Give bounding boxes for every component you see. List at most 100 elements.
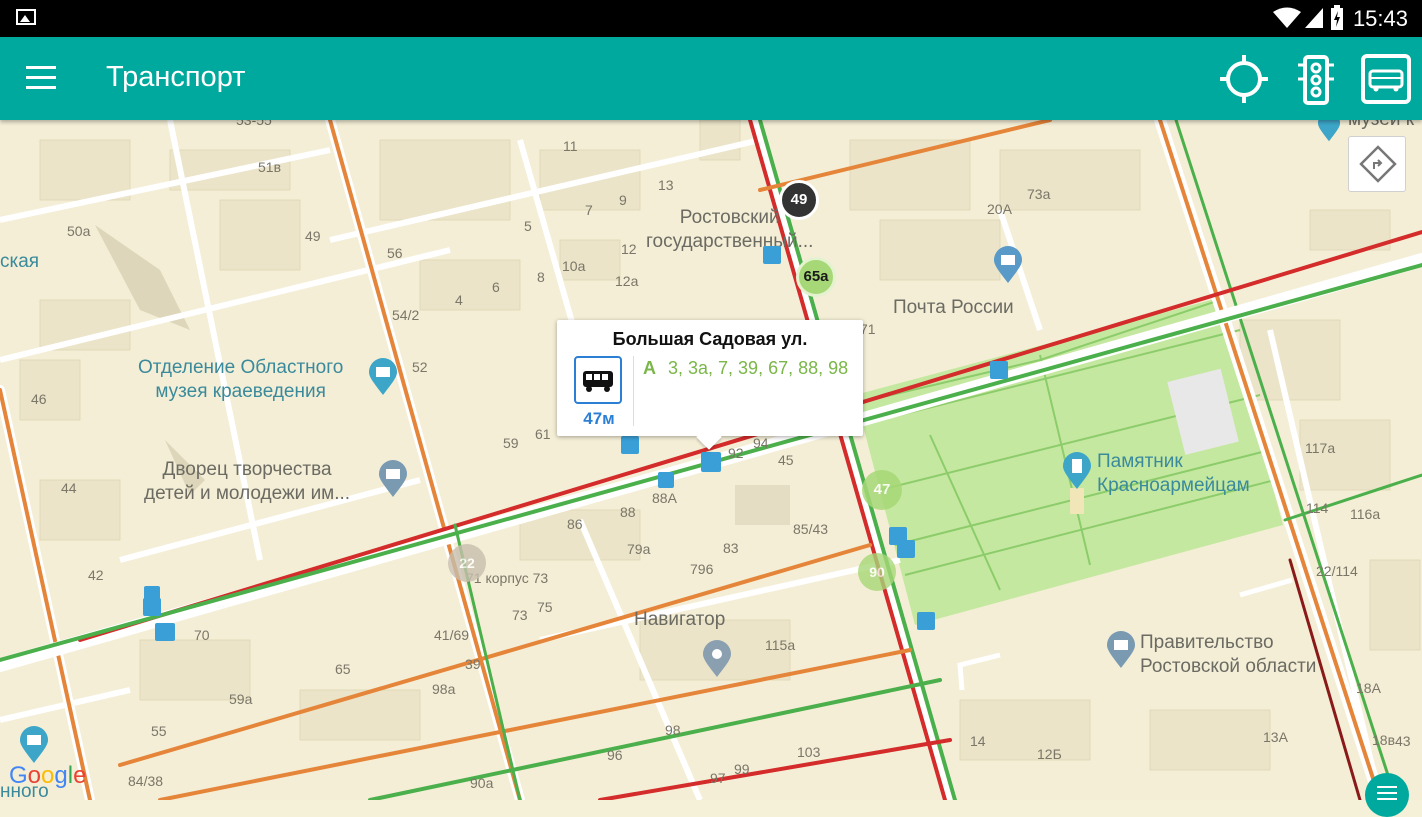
bus-stop-icon[interactable] [143,598,161,616]
address-number: 43 [1395,733,1411,749]
sim-icon [1305,8,1323,28]
address-number: 88 [620,504,636,520]
museum-pin-icon[interactable] [19,726,49,764]
address-number: 5 [524,218,532,234]
address-number: 73а [1027,186,1051,202]
address-number: 54/2 [392,307,420,323]
route-list[interactable]: 3, 3а, 7, 39, 67, 88, 98 [668,358,848,379]
vehicle-marker[interactable]: 47 [862,470,902,510]
address-number: 50а [67,223,91,239]
location-icon[interactable] [1218,53,1270,105]
vehicle-marker[interactable]: 49 [779,180,819,220]
address-number: 115а [765,637,796,653]
place-pin-icon[interactable] [702,640,732,678]
address-number: 85/43 [793,521,829,537]
bus-stop-icon[interactable] [917,612,935,630]
bus-stop-icon[interactable] [701,452,721,472]
government-pin-icon[interactable] [1106,631,1136,669]
bus-icon [574,356,622,404]
monument-pin-icon[interactable] [1062,452,1092,490]
poi-government[interactable]: Правительство Ростовской области [1140,631,1316,679]
app-title: Транспорт [106,61,246,93]
address-number: 88А [652,490,677,506]
address-number: 61 [535,426,551,442]
address-number: 44 [61,480,77,496]
poi-partial-left[interactable]: ская [0,250,39,274]
menu-button[interactable] [22,61,60,95]
poi-partial-right[interactable]: музей к [1348,120,1414,132]
address-number: 79а [627,541,651,557]
address-number: 18в [1372,732,1396,748]
address-number: 6 [492,279,500,295]
address-number: 98а [432,681,456,697]
battery-icon [1331,5,1343,30]
address-number: 96 [607,747,623,763]
address-number: 59 [503,435,519,451]
address-number: 98 [665,722,681,738]
route-button[interactable] [1348,136,1406,192]
address-number: 52 [412,359,428,375]
status-bar: 15:43 [0,0,1422,37]
address-number: 22/114 [1316,563,1358,579]
address-number: 4 [455,292,463,308]
bus-stop-icon[interactable] [621,436,639,454]
list-button[interactable] [1365,773,1409,817]
stop-info-popup[interactable]: Большая Садовая ул. 47м А 3, 3а, 7, 39, … [557,320,863,436]
bus-stop-icon[interactable] [658,472,674,488]
poi-navigator[interactable]: Навигатор [634,608,725,632]
address-number: 75 [537,599,553,615]
directions-icon [1359,145,1397,183]
mail-pin-icon[interactable] [993,246,1023,284]
address-number: 7 [585,202,593,218]
google-logo: Google [9,762,87,789]
stop-distance: 47м [583,409,615,428]
address-number: 20А [987,201,1012,217]
address-number: 46 [31,391,47,407]
address-number: 12 [621,241,637,257]
vehicle-marker[interactable]: 22 [448,544,486,582]
bus-stop-icon[interactable] [155,623,175,641]
address-number: 116а [1350,506,1381,522]
gallery-icon [16,9,36,25]
vehicle-marker[interactable]: 90 [858,553,896,591]
address-number: 9 [619,192,627,208]
bus-stop-icon[interactable] [897,540,915,558]
list-icon [1377,786,1397,788]
transport-type-label: А [643,358,656,378]
poi-post-office[interactable]: Почта России [893,296,1014,320]
address-number: 70 [194,627,210,643]
address-number: 49 [305,228,321,244]
stop-name: Большая Садовая ул. [612,329,808,349]
address-number: 45 [778,452,794,468]
clock: 15:43 [1352,6,1408,31]
address-number: 97 [710,770,726,786]
bus-stop-icon[interactable] [763,246,781,264]
bus-filter-icon[interactable] [1360,53,1412,105]
address-number: 51в [258,159,282,175]
wifi-icon [1273,7,1301,28]
app-bar: Транспорт [0,37,1422,120]
address-number: 83 [723,540,739,556]
museum-pin-icon[interactable] [368,358,398,396]
vehicle-marker[interactable]: 65а [796,257,836,297]
address-number: 14 [970,733,986,749]
address-number: 13А [1263,729,1288,745]
menu-icon [26,66,56,69]
address-number: 59а [229,691,253,707]
traffic-light-icon[interactable] [1290,53,1342,105]
map-view[interactable]: 53-55 51в 50а 49 11 13 7 9 5 56 12 10а 8… [0,120,1422,800]
popup-divider [633,356,634,426]
address-number: 92 [728,445,744,461]
address-number: 103 [797,744,821,760]
address-number: 114 [1306,500,1329,516]
poi-monument[interactable]: Памятник Красноармейцам [1097,450,1250,498]
address-number: 86 [567,516,583,532]
museum-pin-icon[interactable] [1314,120,1344,142]
poi-youth-palace[interactable]: Дворец творчества детей и молодежи им... [144,458,350,506]
bus-stop-icon[interactable] [990,361,1008,379]
poi-museum-branch[interactable]: Отделение Областного музея краеведения [138,356,343,404]
address-number: 796 [690,561,714,577]
address-number: 73 [512,607,528,623]
palace-pin-icon[interactable] [378,460,408,498]
address-number: 65 [335,661,351,677]
